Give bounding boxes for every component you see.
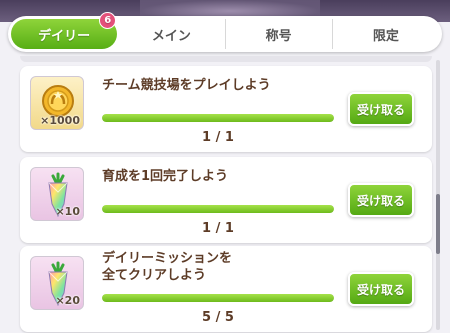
notification-badge: 6: [99, 12, 117, 29]
tab-main-label: メイン: [151, 28, 191, 44]
reward-quantity: ×10: [55, 205, 80, 218]
progress-count: 5 / 5: [202, 310, 234, 325]
reward-quantity: ×20: [55, 294, 80, 307]
previous-card-edge: [20, 56, 432, 62]
tab-limited-label: 限定: [372, 28, 399, 44]
progress-bar: [102, 205, 334, 213]
reward-icon-frame: ×10: [30, 167, 84, 221]
progress-count: 1 / 1: [202, 130, 234, 145]
tab-titles[interactable]: 称号: [226, 19, 333, 49]
tab-daily-label: デイリー: [38, 28, 91, 44]
reward-icon-frame: ×1000: [30, 76, 84, 130]
tab-daily[interactable]: デイリー 6: [11, 12, 118, 49]
progress-bar: [102, 114, 334, 122]
claim-button[interactable]: 受け取る: [348, 272, 414, 306]
mission-title: チーム競技場をプレイしよう: [102, 78, 271, 93]
progress-fill: [102, 294, 334, 302]
tab-main[interactable]: メイン: [118, 19, 226, 49]
tab-titles-label: 称号: [265, 28, 292, 44]
progress-fill: [102, 205, 334, 213]
reward-icon-frame: ×20: [30, 256, 84, 310]
reward-quantity: ×1000: [40, 114, 80, 127]
mission-title: デイリーミッションを 全てクリアしよう: [102, 251, 233, 283]
mission-card: ×1000 チーム競技場をプレイしよう 1 / 1 受け取る: [20, 66, 432, 152]
mission-title: 育成を1回完了しよう: [102, 169, 229, 184]
claim-button[interactable]: 受け取る: [348, 183, 414, 217]
mission-list: ×1000 チーム競技場をプレイしよう 1 / 1 受け取る ×10 育成を1回…: [0, 56, 450, 333]
progress-count: 1 / 1: [202, 221, 234, 236]
tab-limited[interactable]: 限定: [333, 19, 439, 49]
progress-bar: [102, 294, 334, 302]
scrollbar-thumb[interactable]: [436, 194, 440, 254]
mission-card: ×10 育成を1回完了しよう 1 / 1 受け取る: [20, 157, 432, 243]
scrollbar[interactable]: [436, 60, 440, 330]
progress-fill: [102, 114, 334, 122]
mission-tab-bar: デイリー 6 メイン 称号 限定: [8, 12, 442, 52]
mission-card: ×20 デイリーミッションを 全てクリアしよう 5 / 5 受け取る: [20, 246, 432, 332]
claim-button[interactable]: 受け取る: [348, 92, 414, 126]
